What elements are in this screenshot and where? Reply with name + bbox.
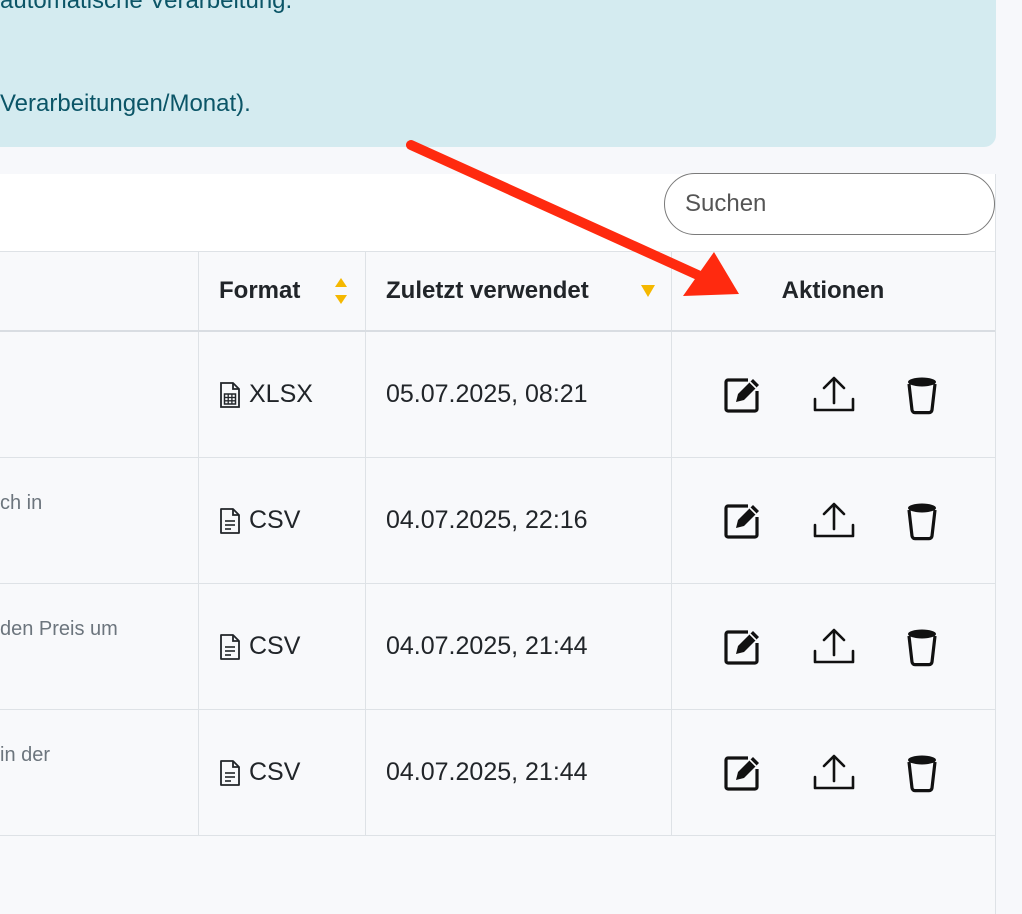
row-last-used: 04.07.2025, 21:44	[386, 758, 588, 786]
delete-button[interactable]	[906, 753, 946, 793]
edit-button[interactable]	[722, 375, 762, 415]
text-file-icon	[219, 633, 249, 660]
row-format: CSV	[219, 758, 300, 787]
column-header-format-label: Format	[219, 277, 301, 304]
column-header-format[interactable]: Format	[219, 252, 300, 330]
row-last-used: 04.07.2025, 22:16	[386, 506, 588, 534]
edit-icon	[722, 378, 762, 419]
column-divider	[671, 584, 672, 709]
delete-icon	[906, 503, 938, 545]
edit-icon	[722, 756, 762, 797]
upload-icon	[812, 754, 856, 797]
upload-icon	[812, 502, 856, 545]
upload-button[interactable]	[812, 501, 855, 541]
table-toolbar	[0, 173, 995, 252]
upload-icon	[812, 376, 856, 419]
edit-button[interactable]	[722, 753, 762, 793]
column-divider	[365, 332, 366, 457]
text-file-icon	[219, 507, 249, 534]
edit-icon	[722, 630, 762, 671]
column-divider	[671, 332, 672, 457]
edit-icon	[722, 504, 762, 545]
column-divider	[365, 710, 366, 835]
row-format-label: CSV	[249, 506, 301, 534]
row-last-used: 04.07.2025, 21:44	[386, 632, 588, 660]
delete-icon	[906, 755, 938, 797]
row-description: in der	[0, 744, 51, 766]
row-format-label: CSV	[249, 632, 301, 660]
column-header-last-used-label: Zuletzt verwendet	[386, 277, 589, 304]
alert-text-line-1: automatische Verarbeitung.	[0, 0, 293, 14]
info-alert: automatische Verarbeitung. Verarbeitunge…	[0, 0, 996, 147]
column-divider	[198, 458, 199, 583]
row-format: CSV	[219, 506, 300, 535]
edit-button[interactable]	[722, 501, 762, 541]
column-divider	[671, 458, 672, 583]
column-header-last-used[interactable]: Zuletzt verwendet	[386, 252, 589, 330]
column-divider	[198, 710, 199, 835]
delete-icon	[906, 629, 938, 671]
column-header-actions: Aktionen	[671, 252, 995, 330]
row-format: XLSX	[219, 380, 313, 409]
delete-icon	[906, 377, 938, 419]
table-header: Format Zuletzt verwendet Aktionen	[0, 252, 995, 332]
row-description: ch in	[0, 492, 43, 514]
column-divider	[198, 252, 199, 330]
column-divider	[198, 584, 199, 709]
upload-button[interactable]	[812, 627, 855, 667]
upload-icon	[812, 628, 856, 671]
alert-text-line-2: Verarbeitungen/Monat).	[0, 90, 251, 117]
table-row: XLSX 05.07.2025, 08:21	[0, 332, 995, 458]
text-file-icon	[219, 759, 249, 786]
edit-button[interactable]	[722, 627, 762, 667]
row-last-used: 05.07.2025, 08:21	[386, 380, 588, 408]
column-divider	[365, 252, 366, 330]
row-format-label: CSV	[249, 758, 301, 786]
column-header-actions-label: Aktionen	[781, 277, 885, 304]
column-divider	[671, 710, 672, 835]
column-divider	[365, 584, 366, 709]
row-format: CSV	[219, 632, 300, 661]
upload-button[interactable]	[812, 753, 855, 793]
sort-both-icon[interactable]	[334, 276, 348, 306]
search-input[interactable]	[664, 173, 995, 235]
delete-button[interactable]	[906, 375, 946, 415]
upload-button[interactable]	[812, 375, 855, 415]
table-row: den Preis um CSV 04.07.2025, 21:44	[0, 584, 995, 710]
table-row: in der CSV 04.07.2025, 21:44	[0, 710, 995, 836]
delete-button[interactable]	[906, 627, 946, 667]
spreadsheet-file-icon	[219, 381, 249, 408]
table-card: Format Zuletzt verwendet Aktionen XLSX 05…	[0, 173, 996, 914]
column-divider	[365, 458, 366, 583]
delete-button[interactable]	[906, 501, 946, 541]
table-row: ch in CSV 04.07.2025, 22:16	[0, 458, 995, 584]
row-description: den Preis um	[0, 618, 118, 640]
column-divider	[198, 332, 199, 457]
row-format-label: XLSX	[249, 380, 313, 408]
sort-descending-icon[interactable]	[640, 284, 656, 298]
